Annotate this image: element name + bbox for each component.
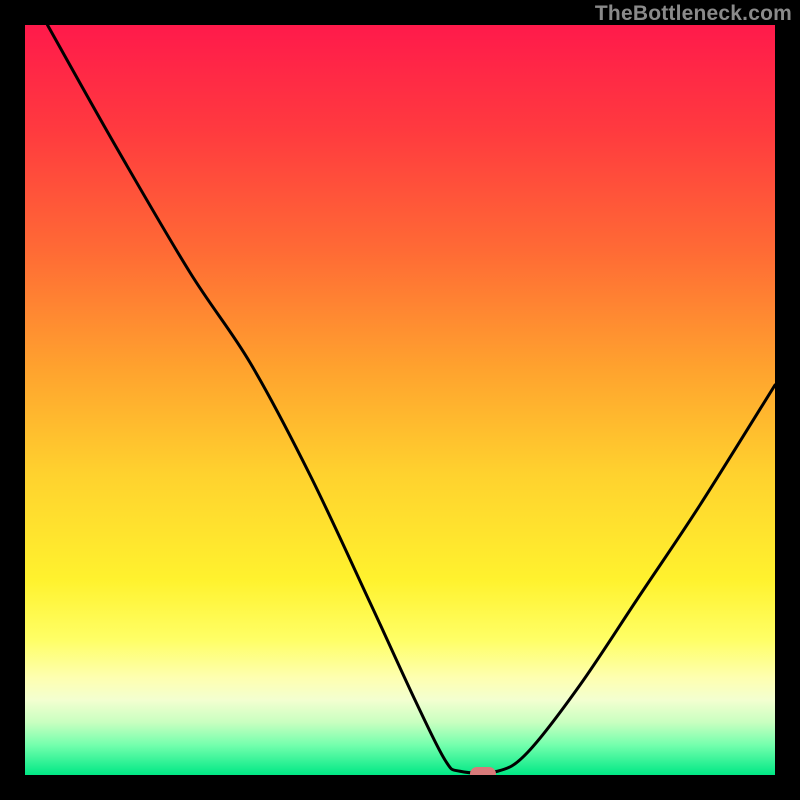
plot-area (25, 25, 775, 775)
bottleneck-curve (25, 25, 775, 775)
chart-frame: TheBottleneck.com (0, 0, 800, 800)
optimal-point-marker (470, 767, 496, 776)
watermark-text: TheBottleneck.com (595, 2, 792, 26)
